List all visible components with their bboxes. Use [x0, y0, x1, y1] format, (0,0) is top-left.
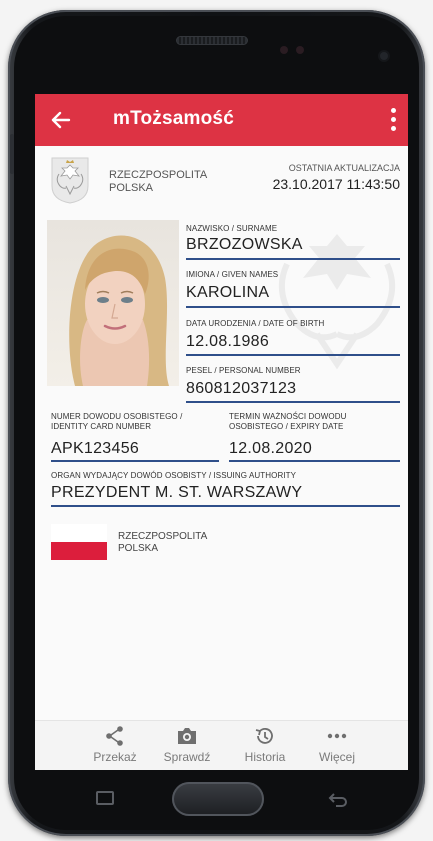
- given-names-value: KAROLINA: [186, 284, 270, 301]
- surname-value: BRZOZOWSKA: [186, 236, 303, 253]
- last-update-label: OSTATNIA AKTUALIZACJA: [288, 163, 400, 173]
- country-line-1: RZECZPOSPOLITA: [109, 169, 208, 181]
- field-underline: [229, 460, 400, 462]
- authority-value: PREZYDENT M. ST. WARSZAWY: [51, 484, 303, 501]
- dob-label: DATA URODZENIA / DATE OF BIRTH: [186, 319, 325, 328]
- id-number-value: APK123456: [51, 440, 140, 457]
- nav-verify[interactable]: Sprawdź: [155, 725, 219, 769]
- holder-photo: [47, 220, 179, 386]
- bottom-navigation: Przekaż Sprawdź Historia Więcej: [35, 720, 408, 770]
- flag-white-stripe: [51, 524, 107, 542]
- card-header: RZECZPOSPOLITA POLSKA OSTATNIA AKTUALIZA…: [35, 146, 408, 210]
- id-number-label: NUMER DOWODU OSOBISTEGO / IDENTITY CARD …: [51, 412, 182, 432]
- polish-flag-icon: [51, 524, 107, 560]
- field-underline: [186, 354, 400, 356]
- light-sensor: [296, 46, 304, 54]
- dot-icon: [391, 126, 396, 131]
- proximity-sensor: [280, 46, 288, 54]
- pesel-value: 860812037123: [186, 380, 297, 397]
- more-horizontal-icon: [327, 733, 347, 739]
- flag-caption: RZECZPOSPOLITA POLSKA: [118, 531, 207, 555]
- given-names-label: IMIONA / GIVEN NAMES: [186, 270, 279, 279]
- earpiece-speaker: [176, 36, 248, 45]
- authority-label: ORGAN WYDAJĄCY DOWÓD OSOBISTY / ISSUING …: [51, 471, 297, 480]
- home-button[interactable]: [172, 782, 264, 816]
- volume-button: [10, 134, 14, 174]
- expiry-label-line-1: TERMIN WAŻNOŚCI DOWODU: [229, 412, 347, 421]
- field-underline: [51, 460, 219, 462]
- country-line-2: POLSKA: [109, 182, 154, 194]
- id-number-label-line-1: NUMER DOWODU OSOBISTEGO /: [51, 412, 183, 421]
- dot-icon: [391, 108, 396, 113]
- nav-share-label: Przekaż: [93, 750, 137, 764]
- flag-caption-line-2: POLSKA: [118, 543, 159, 554]
- back-button[interactable]: [47, 106, 75, 134]
- app-screen: mTożsamość RZECZPOSPOLITA POLSKA OSTATNI…: [35, 94, 408, 770]
- dob-value: 12.08.1986: [186, 333, 270, 350]
- share-icon: [106, 726, 123, 746]
- portrait-image: [69, 235, 169, 386]
- app-bar: mTożsamość: [35, 94, 408, 146]
- flag-caption-line-1: RZECZPOSPOLITA: [118, 531, 208, 542]
- id-number-label-line-2: IDENTITY CARD NUMBER: [51, 422, 152, 431]
- country-name: RZECZPOSPOLITA POLSKA: [109, 169, 207, 195]
- front-camera: [380, 52, 388, 60]
- expiry-value: 12.08.2020: [229, 440, 313, 457]
- nav-history[interactable]: Historia: [233, 725, 297, 769]
- eagle-emblem-icon: [49, 156, 91, 204]
- flag-red-stripe: [51, 542, 107, 560]
- app-title: mTożsamość: [113, 108, 234, 129]
- field-underline: [51, 505, 400, 507]
- expiry-label: TERMIN WAŻNOŚCI DOWODU OSOBISTEGO / EXPI…: [229, 412, 346, 432]
- overflow-menu-button[interactable]: [384, 106, 402, 134]
- last-update-value: 23.10.2017 11:43:50: [272, 176, 400, 192]
- nav-history-label: Historia: [244, 750, 286, 764]
- camera-icon: [178, 728, 196, 744]
- back-key-icon[interactable]: [326, 790, 350, 808]
- surname-label: NAZWISKO / SURNAME: [186, 224, 278, 233]
- field-underline: [186, 258, 400, 260]
- arrow-left-icon: [51, 111, 71, 129]
- dot-icon: [391, 117, 396, 122]
- recent-apps-key-icon[interactable]: [96, 791, 114, 805]
- nav-share[interactable]: Przekaż: [83, 725, 147, 769]
- field-underline: [186, 306, 400, 308]
- pesel-label: PESEL / PERSONAL NUMBER: [186, 366, 301, 375]
- nav-more[interactable]: Więcej: [305, 725, 369, 769]
- field-underline: [186, 401, 400, 403]
- nav-more-label: Więcej: [318, 750, 355, 764]
- expiry-label-line-2: OSOBISTEGO / EXPIRY DATE: [229, 422, 344, 431]
- history-icon: [255, 728, 273, 744]
- nav-verify-label: Sprawdź: [163, 750, 211, 764]
